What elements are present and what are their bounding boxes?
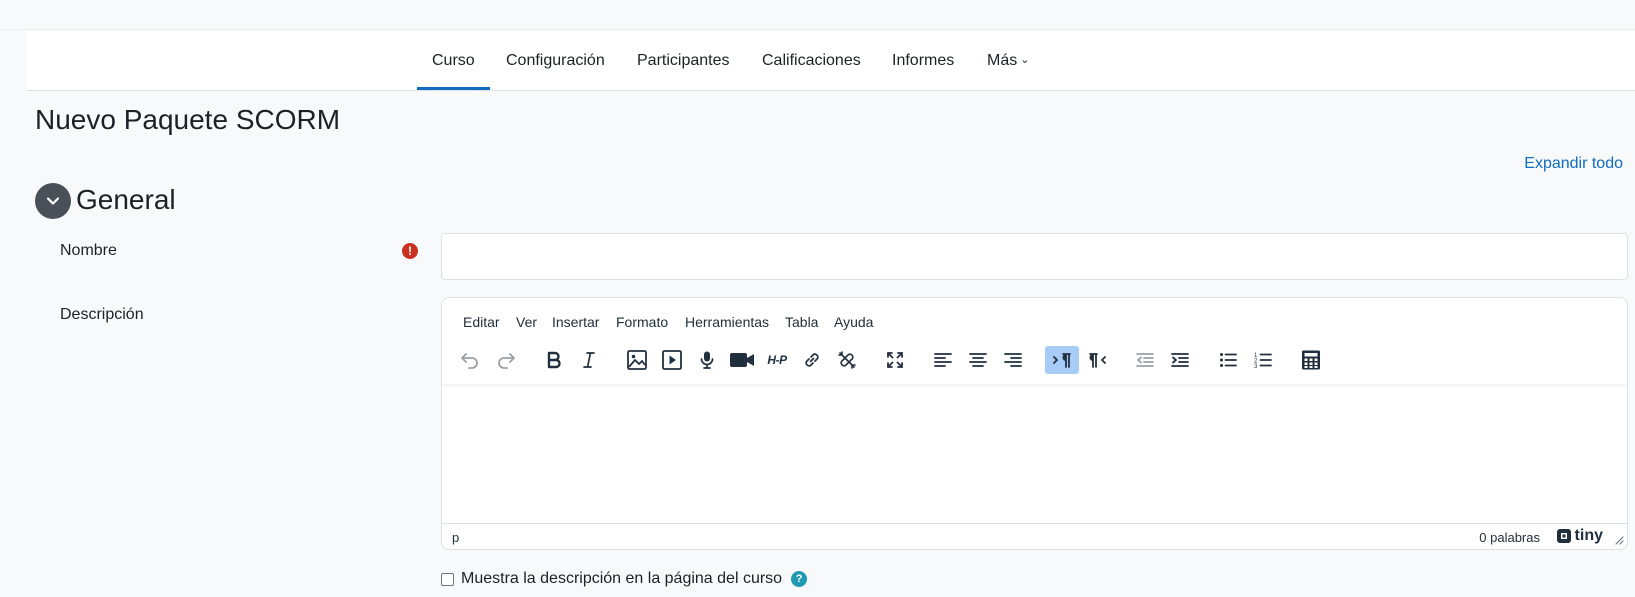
editor-menubar: Editar Ver Insertar Formato Herramientas… bbox=[442, 298, 1627, 340]
numbered-list-icon: 123 bbox=[1254, 353, 1272, 370]
top-strip bbox=[0, 0, 1635, 30]
fullscreen-button[interactable] bbox=[878, 346, 912, 374]
description-label: Descripción bbox=[60, 306, 144, 323]
media-icon bbox=[662, 350, 682, 370]
align-center-icon bbox=[969, 353, 987, 367]
undo-button[interactable] bbox=[453, 346, 487, 374]
chevron-down-icon bbox=[46, 197, 60, 205]
name-label: Nombre bbox=[60, 242, 117, 259]
tiny-brand[interactable]: tiny bbox=[1556, 527, 1603, 545]
tab-calificaciones[interactable]: Calificaciones bbox=[762, 31, 861, 91]
outdent-button[interactable] bbox=[1128, 346, 1162, 374]
microphone-icon bbox=[700, 351, 714, 369]
redo-button[interactable] bbox=[489, 346, 523, 374]
record-audio-button[interactable] bbox=[690, 346, 724, 374]
menu-tabla[interactable]: Tabla bbox=[785, 314, 818, 330]
unlink-icon bbox=[838, 351, 856, 369]
rich-text-editor: Editar Ver Insertar Formato Herramientas… bbox=[441, 297, 1628, 550]
menu-ver[interactable]: Ver bbox=[516, 314, 537, 330]
tiny-logo-icon bbox=[1556, 529, 1571, 543]
chevron-down-icon: ⌄ bbox=[1020, 54, 1030, 66]
align-right-button[interactable] bbox=[996, 346, 1030, 374]
rtl-button[interactable] bbox=[1080, 346, 1114, 374]
align-left-button[interactable] bbox=[926, 346, 960, 374]
section-collapse-button[interactable] bbox=[35, 183, 71, 219]
element-path[interactable]: p bbox=[452, 530, 459, 545]
h5p-icon: H-P bbox=[767, 353, 787, 367]
italic-icon bbox=[583, 352, 595, 368]
indent-icon bbox=[1171, 353, 1189, 367]
menu-herramientas[interactable]: Herramientas bbox=[685, 314, 769, 330]
ltr-button[interactable] bbox=[1045, 346, 1079, 374]
tab-participantes[interactable]: Participantes bbox=[637, 31, 730, 91]
name-input[interactable] bbox=[441, 233, 1628, 280]
outdent-icon bbox=[1136, 353, 1154, 367]
link-button[interactable] bbox=[795, 346, 829, 374]
italic-button[interactable] bbox=[572, 346, 606, 374]
tab-configuracion[interactable]: Configuración bbox=[506, 31, 605, 91]
menu-editar[interactable]: Editar bbox=[463, 314, 500, 330]
fullscreen-icon bbox=[887, 352, 903, 368]
video-camera-icon bbox=[730, 353, 754, 367]
show-description-label[interactable]: Muestra la descripción en la página del … bbox=[461, 570, 782, 588]
word-count[interactable]: 0 palabras bbox=[1479, 530, 1540, 545]
align-left-icon bbox=[934, 353, 952, 367]
svg-text:3: 3 bbox=[1254, 364, 1258, 370]
active-tab-indicator bbox=[417, 87, 490, 90]
unlink-button[interactable] bbox=[830, 346, 864, 374]
tab-mas[interactable]: Más ⌄ bbox=[987, 31, 1029, 91]
show-description-row: Muestra la descripción en la página del … bbox=[441, 569, 808, 589]
expand-all-link[interactable]: Expandir todo bbox=[1524, 155, 1623, 173]
tab-informes[interactable]: Informes bbox=[892, 31, 954, 91]
ltr-icon bbox=[1053, 353, 1071, 368]
numbered-list-button[interactable]: 123 bbox=[1246, 346, 1280, 374]
course-navbar: Curso Configuración Participantes Califi… bbox=[26, 31, 1635, 91]
bullet-list-icon bbox=[1220, 353, 1237, 367]
page-title: Nuevo Paquete SCORM bbox=[35, 104, 341, 135]
menu-formato[interactable]: Formato bbox=[616, 314, 668, 330]
image-icon bbox=[627, 350, 647, 370]
rtl-icon bbox=[1089, 353, 1106, 368]
menu-ayuda[interactable]: Ayuda bbox=[834, 314, 873, 330]
tab-mas-label: Más bbox=[987, 52, 1018, 69]
redo-icon bbox=[498, 353, 515, 369]
bullet-list-button[interactable] bbox=[1211, 346, 1245, 374]
calculator-icon bbox=[1302, 350, 1320, 370]
editor-toolbar: H-P 1 2 3 bbox=[442, 340, 1627, 384]
exclamation-circle-icon: ! bbox=[402, 243, 418, 259]
show-description-checkbox[interactable] bbox=[441, 572, 454, 586]
editor-statusbar: p 0 palabras tiny bbox=[442, 523, 1627, 549]
section-title: General bbox=[76, 184, 176, 215]
indent-button[interactable] bbox=[1163, 346, 1197, 374]
bold-button[interactable] bbox=[537, 346, 571, 374]
tab-curso[interactable]: Curso bbox=[432, 31, 475, 91]
resize-handle-icon[interactable] bbox=[1614, 535, 1624, 545]
question-circle-icon[interactable]: ? bbox=[791, 571, 808, 587]
align-center-button[interactable] bbox=[961, 346, 995, 374]
h5p-button[interactable]: H-P bbox=[760, 346, 794, 374]
record-video-button[interactable] bbox=[725, 346, 759, 374]
brand-label: tiny bbox=[1574, 527, 1603, 544]
bold-icon bbox=[547, 351, 561, 369]
image-button[interactable] bbox=[620, 346, 654, 374]
undo-icon bbox=[461, 353, 478, 369]
menu-insertar[interactable]: Insertar bbox=[552, 314, 599, 330]
equation-button[interactable] bbox=[1294, 346, 1328, 374]
media-button[interactable] bbox=[655, 346, 689, 374]
align-right-icon bbox=[1004, 353, 1022, 367]
editor-content-area[interactable] bbox=[442, 384, 1627, 522]
link-icon bbox=[805, 353, 819, 367]
